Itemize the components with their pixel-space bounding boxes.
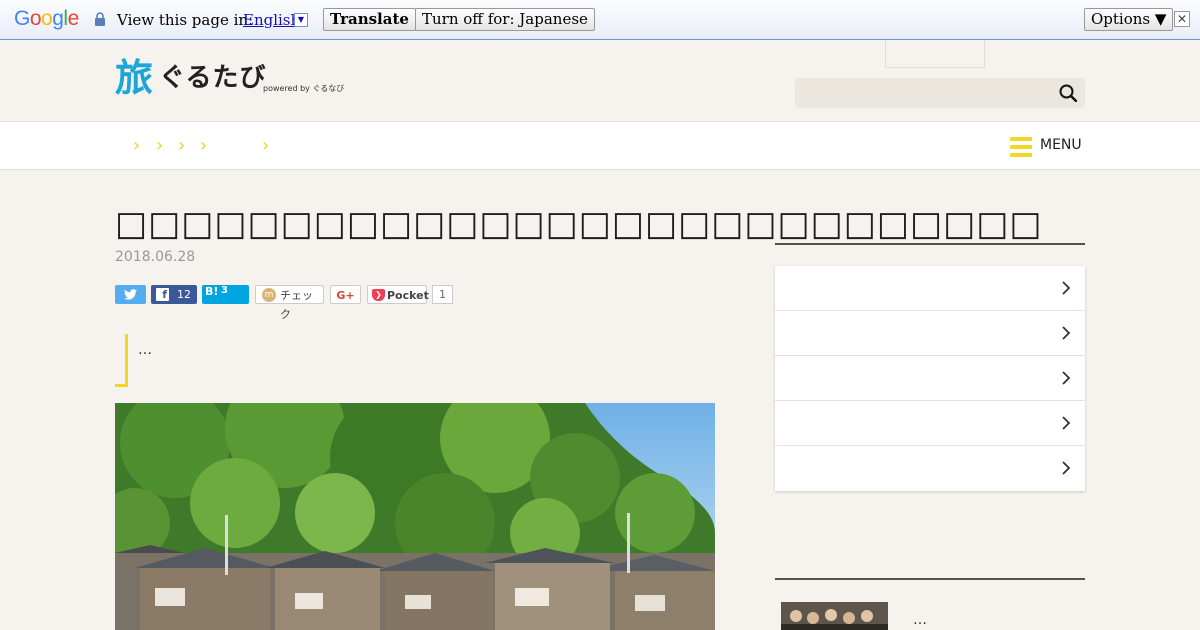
logo-powered-by: powered by ぐるなび bbox=[263, 84, 345, 93]
sidebar-item[interactable] bbox=[775, 446, 1085, 491]
sidebar-item[interactable] bbox=[775, 356, 1085, 401]
pocket-label: Pocket bbox=[387, 289, 429, 302]
sidebar-category-list bbox=[775, 266, 1085, 491]
article-title: □□□□□□□□□□□□□□□□□□□□□□□□□□□□ bbox=[115, 204, 1043, 244]
breadcrumb-chevron: › bbox=[200, 135, 208, 156]
lead-bracket bbox=[115, 334, 128, 387]
options-button[interactable]: Options ▼ bbox=[1084, 8, 1174, 31]
mixi-icon: m bbox=[262, 288, 276, 302]
chevron-right-icon bbox=[1062, 416, 1071, 430]
article-date: 2018.06.28 bbox=[115, 249, 196, 265]
breadcrumb-chevron: › bbox=[262, 135, 270, 156]
sidebar-item[interactable] bbox=[775, 311, 1085, 356]
article-hero-image bbox=[115, 403, 715, 630]
lead-text: … bbox=[138, 342, 152, 358]
translate-prompt: View this page in: bbox=[117, 11, 254, 29]
search-icon[interactable] bbox=[1059, 84, 1077, 102]
hatena-count: 3 bbox=[221, 285, 228, 296]
mixi-check-label: チェック bbox=[280, 289, 313, 321]
facebook-share-button[interactable]: f 12 bbox=[151, 285, 197, 304]
chevron-right-icon bbox=[1062, 326, 1071, 340]
language-dropdown-icon[interactable]: ▼ bbox=[294, 13, 308, 27]
sidebar-divider bbox=[775, 243, 1085, 245]
site-logo[interactable]: 旅 ぐるたび powered by ぐるなび bbox=[115, 56, 345, 100]
breadcrumb-chevron: › bbox=[133, 135, 141, 156]
sidebar-divider bbox=[775, 578, 1085, 580]
translate-button[interactable]: Translate bbox=[323, 8, 416, 31]
translate-bar: Google View this page in: English ▼ Tran… bbox=[0, 0, 1200, 40]
logo-text: ぐるたび bbox=[159, 63, 267, 93]
pocket-button[interactable]: ❯ Pocket bbox=[367, 285, 429, 304]
breadcrumb-chevron: › bbox=[178, 135, 186, 156]
facebook-icon: f bbox=[156, 288, 169, 301]
breadcrumb-chevron: › bbox=[156, 135, 164, 156]
twitter-icon bbox=[124, 289, 137, 300]
pocket-icon: ❯ bbox=[372, 289, 385, 301]
logo-mark: 旅 bbox=[115, 56, 154, 100]
sidebar-item[interactable] bbox=[775, 401, 1085, 446]
sidebar-thumbnail[interactable] bbox=[781, 602, 888, 630]
mixi-check-button[interactable]: m チェック bbox=[255, 285, 324, 321]
turn-off-button[interactable]: Turn off for: Japanese bbox=[415, 8, 595, 31]
hamburger-icon[interactable] bbox=[1010, 137, 1032, 157]
chevron-right-icon bbox=[1062, 461, 1071, 475]
gplus-share-button[interactable]: G+ bbox=[330, 285, 361, 304]
sidebar-article-title[interactable]: … bbox=[913, 612, 927, 628]
menu-button[interactable]: MENU bbox=[1040, 137, 1082, 153]
pocket-count: 1 bbox=[432, 285, 453, 304]
group-photo-image bbox=[781, 602, 888, 630]
chevron-right-icon bbox=[1062, 371, 1071, 385]
close-icon[interactable]: ✕ bbox=[1174, 11, 1190, 27]
search-input[interactable] bbox=[795, 78, 1085, 108]
twitter-share-button[interactable] bbox=[115, 285, 146, 304]
language-link[interactable]: English bbox=[243, 11, 300, 29]
breadcrumb-nav: › › › › › MENU bbox=[0, 121, 1200, 170]
chevron-right-icon bbox=[1062, 281, 1071, 295]
hatena-icon: B! bbox=[205, 285, 219, 298]
sidebar-item[interactable] bbox=[775, 266, 1085, 311]
lock-icon bbox=[95, 12, 105, 26]
hatena-bookmark-button[interactable]: B! 3 bbox=[202, 285, 249, 304]
facebook-share-count: 12 bbox=[177, 288, 191, 301]
article-lead: … bbox=[115, 334, 715, 387]
ad-slot bbox=[885, 40, 985, 68]
google-logo: Google bbox=[14, 7, 79, 30]
ine-funaya-photo bbox=[115, 403, 715, 630]
